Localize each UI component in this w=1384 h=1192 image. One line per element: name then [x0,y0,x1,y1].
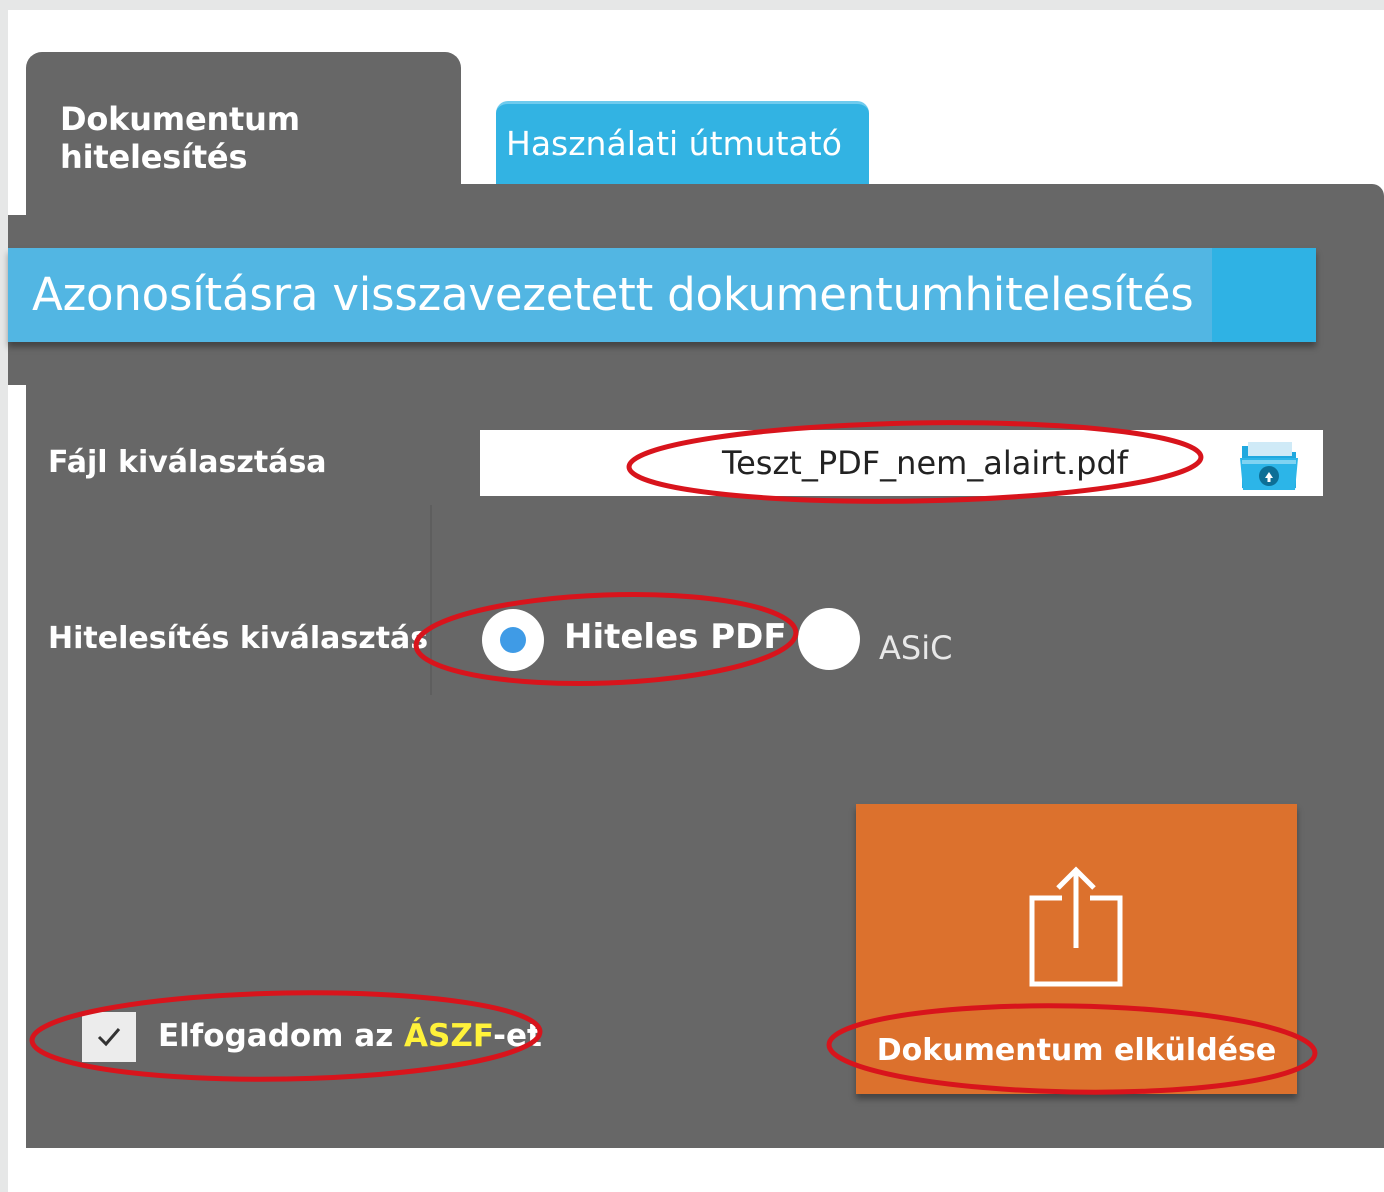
checkmark-icon [97,1028,121,1047]
radio-hiteles-pdf[interactable] [482,609,544,671]
column-divider [430,505,432,695]
accept-terms-checkbox[interactable] [82,1012,136,1062]
send-document-button[interactable]: Dokumentum elküldése [856,804,1297,1094]
file-select-label: Fájl kiválasztása [48,445,327,480]
auth-select-label: Hitelesítés kiválasztás [48,621,429,656]
radio-selected-dot [500,627,526,653]
radio-asic[interactable] [798,608,860,670]
radio-hiteles-pdf-label[interactable]: Hiteles PDF [564,617,787,657]
accept-terms-prefix: Elfogadom az [158,1018,405,1054]
tab-document-authentication[interactable]: Dokumentum hitelesítés [26,52,461,202]
file-name-value: Teszt_PDF_nem_alairt.pdf [722,444,1129,482]
tab-user-guide[interactable]: Használati útmutató [496,101,869,185]
accept-terms-suffix: -et [493,1018,542,1054]
panel-title: Azonosításra visszavezetett dokumentumhi… [32,268,1194,321]
file-select-input[interactable]: Teszt_PDF_nem_alairt.pdf [480,430,1323,496]
folder-upload-icon[interactable] [1238,438,1300,492]
panel-title-bar: Azonosításra visszavezetett dokumentumhi… [8,248,1316,342]
radio-asic-label[interactable]: ASiC [879,629,952,667]
send-document-label: Dokumentum elküldése [876,1033,1277,1068]
tab-label: Dokumentum hitelesítés [60,100,300,176]
upload-icon [1029,866,1123,987]
accept-terms-label: Elfogadom az ÁSZF-et [158,1018,542,1054]
terms-link[interactable]: ÁSZF [404,1018,493,1054]
tab-label: Használati útmutató [506,124,842,163]
title-bar-end [1212,248,1316,342]
